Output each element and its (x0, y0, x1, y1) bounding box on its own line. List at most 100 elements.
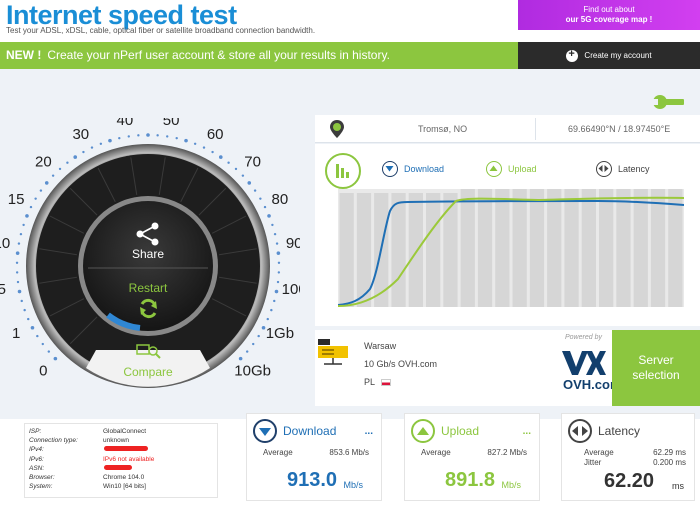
graph-column (391, 193, 406, 307)
gauge-tick-label: 80 (272, 191, 289, 208)
server-city: Warsaw (364, 341, 397, 351)
gauge-dot (238, 356, 243, 361)
share-label[interactable]: Share (132, 247, 164, 261)
graph-column (477, 189, 493, 307)
gauge-dot (20, 299, 23, 303)
speed-graph (338, 189, 684, 307)
upload-title: Upload (441, 424, 480, 438)
gauge-dot (137, 134, 140, 137)
graph-column (547, 189, 562, 307)
gauge-dot (175, 136, 178, 140)
download-average-value: 853.6 Mb/s (329, 448, 369, 457)
coverage-map-promo[interactable]: Find out about our 5G coverage map ! (518, 0, 700, 30)
redaction-mark (104, 446, 148, 451)
isp-key: Browser: (29, 473, 55, 481)
create-account-button[interactable]: Create my account (518, 42, 700, 69)
gauge-tick-label: 5 (0, 281, 6, 298)
isp-info-box: ISP: GlobalConnect Connection type: unknown… (24, 423, 218, 498)
gauge-dot (15, 251, 20, 255)
graph-column (460, 189, 475, 307)
wrench-icon[interactable] (652, 92, 686, 112)
gauge-dot (82, 150, 85, 154)
gauge-dot (51, 174, 55, 177)
isp-key: ISP: (29, 428, 42, 435)
upload-stat-card: Upload ... Average 827.2 Mb/s 891.8 Mb/s (404, 413, 540, 501)
latency-average-value: 62.29 ms (653, 448, 686, 457)
gauge-dot (267, 214, 271, 218)
restart-label[interactable]: Restart (129, 281, 168, 295)
legend-upload[interactable]: Upload (486, 161, 537, 177)
gauge-dot (25, 214, 29, 218)
add-user-icon (566, 48, 579, 62)
compare-label[interactable]: Compare (123, 365, 173, 379)
gauge-tick-label: 1 (12, 325, 20, 342)
graph-column (581, 189, 596, 307)
bar-chart-icon[interactable] (325, 153, 361, 189)
gauge-dot (41, 342, 44, 346)
upload-arrow-icon (486, 161, 502, 177)
gauge-dot (29, 205, 33, 209)
upload-more-button[interactable]: ... (523, 426, 531, 437)
graph-column (339, 193, 354, 307)
gauge-dot (227, 161, 230, 164)
gauge-tick-label: 30 (72, 126, 89, 143)
graph-column (616, 189, 631, 307)
latency-average-label: Average (584, 448, 614, 457)
promo-line-2: our 5G coverage map ! (565, 15, 653, 24)
gauge-dot (277, 261, 281, 264)
server-selection-line-2: selection (632, 368, 680, 382)
latency-unit: ms (672, 481, 684, 491)
gauge-dot (263, 205, 267, 209)
graph-column (633, 189, 648, 307)
latency-stat-card: Latency Average 62.29 ms Jitter 0.200 ms… (561, 413, 695, 501)
isp-row: Browser: Chrome 104.0 (29, 473, 213, 482)
latency-title: Latency (598, 424, 641, 438)
gauge-dot (259, 197, 262, 200)
isp-value: Chrome 104.0 (103, 473, 145, 481)
gauge-tick-label: 90 (286, 235, 300, 252)
gauge-dot (16, 280, 20, 284)
gauge-dot (118, 136, 121, 140)
isp-row: IPv6: IPv6 not available (29, 455, 213, 464)
graph-column (443, 193, 458, 307)
server-country-code: PL (364, 377, 376, 387)
location-coords: 69.66490°N / 18.97450°E (568, 124, 671, 134)
gauge-dot (90, 146, 94, 149)
gauge-dot (30, 325, 35, 330)
isp-key: IPv4: (29, 446, 44, 454)
upload-unit: Mb/s (501, 480, 521, 490)
gauge-tick-label: 40 (117, 118, 134, 129)
isp-key: IPv6: (29, 455, 44, 463)
gauge-tick-label: 100 (282, 281, 300, 298)
page-subtitle: Test your ADSL, xDSL, cable, optical fib… (6, 26, 316, 35)
legend-upload-label: Upload (508, 164, 537, 174)
isp-value: GlobalConnect (103, 428, 146, 435)
gauge-dot (73, 155, 78, 159)
gauge-dot (211, 150, 214, 154)
download-more-button[interactable]: ... (365, 426, 373, 437)
gauge-dot (108, 138, 112, 143)
gauge-dot (271, 223, 274, 227)
gauge-tick-label: 1Gb (266, 325, 294, 342)
latency-arrows-icon (568, 419, 592, 443)
gauge-dot (273, 232, 277, 236)
gauge-dot (19, 232, 23, 236)
download-value: 913.0 (287, 469, 338, 491)
legend-download[interactable]: Download (382, 161, 444, 177)
gauge-tick-label: 0 (39, 363, 47, 380)
gauge-dot (146, 133, 150, 137)
gauge-dot (257, 334, 260, 338)
legend-download-label: Download (404, 164, 445, 174)
gauge-dot (275, 242, 279, 245)
gauge-dot (193, 142, 197, 145)
gauge-dot (277, 271, 281, 274)
gauge-dot (17, 242, 21, 245)
server-selection-button[interactable]: Server selection (612, 330, 700, 406)
gauge-dot (34, 197, 37, 200)
graph-column (512, 189, 527, 307)
download-title: Download (283, 424, 337, 438)
gauge-dot (252, 342, 255, 346)
powered-by-label: Powered by (565, 334, 602, 341)
server-icon (318, 339, 348, 365)
legend-latency[interactable]: Latency (596, 161, 650, 177)
